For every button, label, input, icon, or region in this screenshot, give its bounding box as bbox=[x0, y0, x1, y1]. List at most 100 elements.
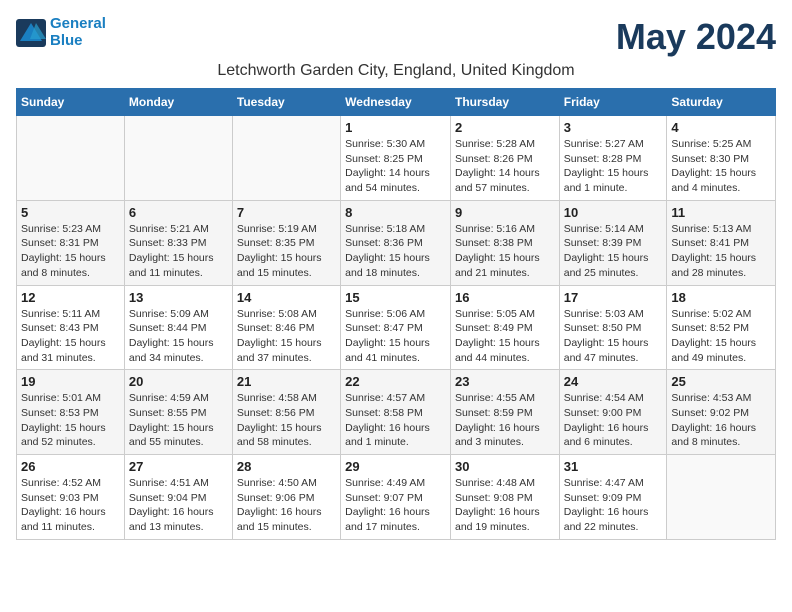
calendar-week-row: 26 Sunrise: 4:52 AM Sunset: 9:03 PM Dayli… bbox=[17, 455, 776, 540]
calendar-day-cell bbox=[667, 455, 776, 540]
day-info: Sunrise: 4:49 AM Sunset: 9:07 PM Dayligh… bbox=[345, 476, 446, 535]
day-number: 15 bbox=[345, 290, 446, 305]
calendar-week-row: 12Sunrise: 5:11 AM Sunset: 8:43 PM Dayli… bbox=[17, 285, 776, 370]
day-number: 8 bbox=[345, 205, 446, 220]
day-info: Sunrise: 5:28 AM Sunset: 8:26 PM Dayligh… bbox=[455, 137, 555, 196]
calendar-day-cell: 21Sunrise: 4:58 AM Sunset: 8:56 PM Dayli… bbox=[232, 370, 340, 455]
day-info: Sunrise: 5:27 AM Sunset: 8:28 PM Dayligh… bbox=[564, 137, 663, 196]
page-header: General Blue May 2024 bbox=[16, 16, 776, 58]
calendar-day-cell: 18 Sunrise: 5:02 AM Sunset: 8:52 PM Dayli… bbox=[667, 285, 776, 370]
calendar-day-cell: 23Sunrise: 4:55 AM Sunset: 8:59 PM Dayli… bbox=[450, 370, 559, 455]
calendar-day-cell: 11 Sunrise: 5:13 AM Sunset: 8:41 PM Dayli… bbox=[667, 200, 776, 285]
day-info: Sunrise: 4:48 AM Sunset: 9:08 PM Dayligh… bbox=[455, 476, 555, 535]
day-number: 21 bbox=[237, 374, 336, 389]
day-info: Sunrise: 5:30 AM Sunset: 8:25 PM Dayligh… bbox=[345, 137, 446, 196]
day-info: Sunrise: 4:53 AM Sunset: 9:02 PM Dayligh… bbox=[671, 391, 771, 450]
day-number: 22 bbox=[345, 374, 446, 389]
day-info: Sunrise: 4:50 AM Sunset: 9:06 PM Dayligh… bbox=[237, 476, 336, 535]
day-info: Sunrise: 4:54 AM Sunset: 9:00 PM Dayligh… bbox=[564, 391, 663, 450]
weekday-header-cell: Friday bbox=[559, 89, 667, 116]
day-number: 26 bbox=[21, 459, 120, 474]
calendar-week-row: 19Sunrise: 5:01 AM Sunset: 8:53 PM Dayli… bbox=[17, 370, 776, 455]
day-info: Sunrise: 5:11 AM Sunset: 8:43 PM Dayligh… bbox=[21, 307, 120, 366]
day-info: Sunrise: 5:14 AM Sunset: 8:39 PM Dayligh… bbox=[564, 222, 663, 281]
day-number: 25 bbox=[671, 374, 771, 389]
day-info: Sunrise: 5:01 AM Sunset: 8:53 PM Dayligh… bbox=[21, 391, 120, 450]
calendar-day-cell bbox=[232, 116, 340, 201]
calendar-day-cell: 29 Sunrise: 4:49 AM Sunset: 9:07 PM Dayli… bbox=[341, 455, 451, 540]
weekday-header-cell: Wednesday bbox=[341, 89, 451, 116]
calendar-day-cell: 8 Sunrise: 5:18 AM Sunset: 8:36 PM Daylig… bbox=[341, 200, 451, 285]
calendar-day-cell: 20 Sunrise: 4:59 AM Sunset: 8:55 PM Dayli… bbox=[124, 370, 232, 455]
day-number: 3 bbox=[564, 120, 663, 135]
calendar-day-cell: 30Sunrise: 4:48 AM Sunset: 9:08 PM Dayli… bbox=[450, 455, 559, 540]
day-number: 7 bbox=[237, 205, 336, 220]
calendar-table: SundayMondayTuesdayWednesdayThursdayFrid… bbox=[16, 88, 776, 540]
calendar-day-cell: 12Sunrise: 5:11 AM Sunset: 8:43 PM Dayli… bbox=[17, 285, 125, 370]
calendar-day-cell bbox=[124, 116, 232, 201]
weekday-header-cell: Sunday bbox=[17, 89, 125, 116]
logo: General Blue bbox=[16, 16, 106, 49]
calendar-day-cell: 25 Sunrise: 4:53 AM Sunset: 9:02 PM Dayli… bbox=[667, 370, 776, 455]
day-info: Sunrise: 5:08 AM Sunset: 8:46 PM Dayligh… bbox=[237, 307, 336, 366]
day-info: Sunrise: 5:19 AM Sunset: 8:35 PM Dayligh… bbox=[237, 222, 336, 281]
calendar-day-cell: 13Sunrise: 5:09 AM Sunset: 8:44 PM Dayli… bbox=[124, 285, 232, 370]
day-number: 4 bbox=[671, 120, 771, 135]
calendar-day-cell: 6 Sunrise: 5:21 AM Sunset: 8:33 PM Daylig… bbox=[124, 200, 232, 285]
day-info: Sunrise: 5:13 AM Sunset: 8:41 PM Dayligh… bbox=[671, 222, 771, 281]
day-number: 1 bbox=[345, 120, 446, 135]
day-number: 29 bbox=[345, 459, 446, 474]
calendar-day-cell: 4 Sunrise: 5:25 AM Sunset: 8:30 PM Daylig… bbox=[667, 116, 776, 201]
calendar-day-cell: 27Sunrise: 4:51 AM Sunset: 9:04 PM Dayli… bbox=[124, 455, 232, 540]
day-number: 27 bbox=[129, 459, 228, 474]
day-info: Sunrise: 4:59 AM Sunset: 8:55 PM Dayligh… bbox=[129, 391, 228, 450]
day-number: 6 bbox=[129, 205, 228, 220]
day-number: 18 bbox=[671, 290, 771, 305]
day-number: 16 bbox=[455, 290, 555, 305]
calendar-body: 1 Sunrise: 5:30 AM Sunset: 8:25 PM Daylig… bbox=[17, 116, 776, 540]
day-info: Sunrise: 4:57 AM Sunset: 8:58 PM Dayligh… bbox=[345, 391, 446, 450]
weekday-header-row: SundayMondayTuesdayWednesdayThursdayFrid… bbox=[17, 89, 776, 116]
logo-icon bbox=[16, 19, 46, 47]
day-number: 11 bbox=[671, 205, 771, 220]
calendar-day-cell: 7 Sunrise: 5:19 AM Sunset: 8:35 PM Daylig… bbox=[232, 200, 340, 285]
day-info: Sunrise: 5:18 AM Sunset: 8:36 PM Dayligh… bbox=[345, 222, 446, 281]
weekday-header-cell: Tuesday bbox=[232, 89, 340, 116]
calendar-day-cell: 5Sunrise: 5:23 AM Sunset: 8:31 PM Daylig… bbox=[17, 200, 125, 285]
calendar-day-cell: 10Sunrise: 5:14 AM Sunset: 8:39 PM Dayli… bbox=[559, 200, 667, 285]
month-title: May 2024 bbox=[616, 16, 776, 58]
calendar-day-cell: 17Sunrise: 5:03 AM Sunset: 8:50 PM Dayli… bbox=[559, 285, 667, 370]
day-number: 20 bbox=[129, 374, 228, 389]
calendar-day-cell: 22 Sunrise: 4:57 AM Sunset: 8:58 PM Dayli… bbox=[341, 370, 451, 455]
day-number: 31 bbox=[564, 459, 663, 474]
calendar-week-row: 5Sunrise: 5:23 AM Sunset: 8:31 PM Daylig… bbox=[17, 200, 776, 285]
day-info: Sunrise: 5:16 AM Sunset: 8:38 PM Dayligh… bbox=[455, 222, 555, 281]
location-title: Letchworth Garden City, England, United … bbox=[16, 62, 776, 80]
day-number: 28 bbox=[237, 459, 336, 474]
logo-text: General Blue bbox=[50, 16, 106, 49]
day-number: 9 bbox=[455, 205, 555, 220]
day-number: 14 bbox=[237, 290, 336, 305]
day-info: Sunrise: 5:02 AM Sunset: 8:52 PM Dayligh… bbox=[671, 307, 771, 366]
weekday-header-cell: Monday bbox=[124, 89, 232, 116]
day-number: 13 bbox=[129, 290, 228, 305]
day-number: 24 bbox=[564, 374, 663, 389]
calendar-day-cell bbox=[17, 116, 125, 201]
day-info: Sunrise: 5:25 AM Sunset: 8:30 PM Dayligh… bbox=[671, 137, 771, 196]
calendar-day-cell: 9 Sunrise: 5:16 AM Sunset: 8:38 PM Daylig… bbox=[450, 200, 559, 285]
day-info: Sunrise: 5:06 AM Sunset: 8:47 PM Dayligh… bbox=[345, 307, 446, 366]
day-info: Sunrise: 5:23 AM Sunset: 8:31 PM Dayligh… bbox=[21, 222, 120, 281]
day-info: Sunrise: 4:52 AM Sunset: 9:03 PM Dayligh… bbox=[21, 476, 120, 535]
weekday-header-cell: Thursday bbox=[450, 89, 559, 116]
calendar-day-cell: 15 Sunrise: 5:06 AM Sunset: 8:47 PM Dayli… bbox=[341, 285, 451, 370]
calendar-day-cell: 1 Sunrise: 5:30 AM Sunset: 8:25 PM Daylig… bbox=[341, 116, 451, 201]
day-info: Sunrise: 4:47 AM Sunset: 9:09 PM Dayligh… bbox=[564, 476, 663, 535]
calendar-day-cell: 16Sunrise: 5:05 AM Sunset: 8:49 PM Dayli… bbox=[450, 285, 559, 370]
day-info: Sunrise: 4:55 AM Sunset: 8:59 PM Dayligh… bbox=[455, 391, 555, 450]
weekday-header-cell: Saturday bbox=[667, 89, 776, 116]
day-number: 17 bbox=[564, 290, 663, 305]
calendar-day-cell: 26 Sunrise: 4:52 AM Sunset: 9:03 PM Dayli… bbox=[17, 455, 125, 540]
calendar-day-cell: 24 Sunrise: 4:54 AM Sunset: 9:00 PM Dayli… bbox=[559, 370, 667, 455]
day-info: Sunrise: 5:21 AM Sunset: 8:33 PM Dayligh… bbox=[129, 222, 228, 281]
day-number: 2 bbox=[455, 120, 555, 135]
